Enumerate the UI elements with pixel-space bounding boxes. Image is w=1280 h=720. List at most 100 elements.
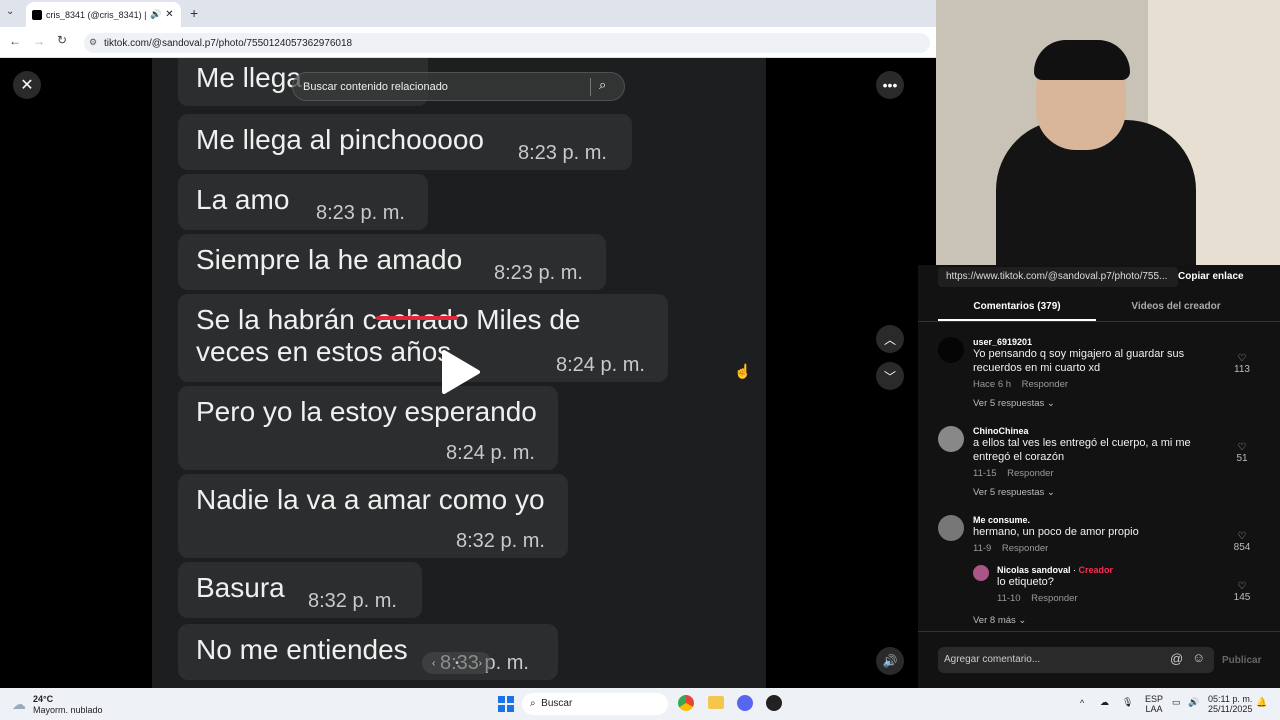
clock[interactable]: 05:11 p. m. 25/11/2025 [1208, 694, 1252, 714]
start-icon[interactable] [498, 696, 514, 712]
reload-icon[interactable]: ↻ [57, 33, 67, 47]
file-explorer-icon[interactable] [708, 696, 724, 709]
chat-time: 8:23 p. m. [494, 262, 583, 284]
tab-list-chevron-icon[interactable]: ⌄ [6, 6, 14, 17]
view-more-replies[interactable]: Ver 8 más ⌄ [973, 615, 1026, 626]
volume-icon[interactable]: 🔊 [1188, 697, 1199, 708]
weather-desc[interactable]: Mayorm. nublado [33, 705, 103, 715]
discord-icon[interactable] [737, 695, 753, 711]
tab-comments[interactable]: Comentarios (379) [938, 301, 1096, 321]
webcam-overlay [936, 0, 1280, 265]
reply-button[interactable]: Responder [1007, 468, 1053, 479]
chat-time: 8:24 p. m. [446, 442, 535, 464]
comment-input[interactable]: Agregar comentario... @ ☺ [938, 647, 1214, 673]
browser-tab[interactable]: cris_8341 (@cris_8341) | Tik 🔊 ✕ [26, 2, 181, 27]
like-count: 145 [1233, 592, 1251, 603]
comment-username[interactable]: Me consume. [973, 515, 1139, 525]
prev-image-icon[interactable]: ‹ [432, 658, 435, 669]
comment-text: a ellos tal ves les entregó el cuerpo, a… [973, 437, 1191, 449]
language-indicator[interactable]: ESP LAA [1145, 694, 1163, 714]
heart-icon: ♡ [1237, 581, 1247, 592]
previous-post-button[interactable]: ︿ [876, 325, 904, 353]
publish-button[interactable]: Publicar [1222, 655, 1261, 666]
chat-time: 8:32 p. m. [308, 590, 397, 612]
next-image-icon[interactable]: › [479, 658, 482, 669]
avatar[interactable] [938, 426, 964, 452]
play-icon[interactable] [440, 350, 480, 394]
notification-icon[interactable]: 🔔 [1256, 697, 1267, 708]
close-tab-icon[interactable]: ✕ [165, 9, 173, 20]
chevron-down-icon: ﹀ [883, 369, 896, 384]
url-field[interactable]: ⚙ tiktok.com/@sandoval.p7/photo/75501240… [84, 33, 930, 53]
chat-text: veces en estos años [196, 336, 452, 367]
search-icon[interactable]: ⌕ [599, 77, 606, 93]
comment-text: Yo pensando q soy migajero al guardar su… [973, 348, 1185, 360]
chat-text: Nadie la va a amar como yo [196, 484, 545, 515]
display-icon[interactable]: ▭ [1172, 697, 1181, 708]
weather-icon[interactable]: ☁ [12, 696, 26, 713]
chat-time: 8:23 p. m. [518, 142, 607, 164]
chat-text: Se la habrán cachado Miles de [196, 304, 581, 335]
weather-temp[interactable]: 24°C [33, 694, 53, 704]
comment-username[interactable]: user_6919201 [973, 337, 1184, 347]
tab-creator-videos[interactable]: Videos del creador [1096, 301, 1256, 321]
reply-button[interactable]: Responder [1002, 543, 1048, 554]
chat-screenshot-photo[interactable]: Me llega Me llega al pinchooooo 8:23 p. … [152, 58, 766, 688]
avatar[interactable] [938, 337, 964, 363]
more-icon: ••• [882, 77, 898, 93]
tray-chevron-icon[interactable]: ^ [1080, 698, 1084, 708]
taskbar: ☁ 24°C Mayorm. nublado ⌕ Buscar ^ ☁ 🎙 ES… [0, 688, 1280, 720]
volume-button[interactable]: 🔊 [876, 647, 904, 675]
new-tab-button[interactable]: + [190, 5, 198, 21]
divider [918, 631, 1280, 632]
chat-text: Me llega al pinchooooo [196, 124, 484, 155]
like-button[interactable]: ♡ 854 [1232, 531, 1252, 553]
site-info-icon[interactable]: ⚙ [89, 37, 97, 48]
comment-text: hermano, un poco de amor propio [973, 526, 1139, 538]
next-post-button[interactable]: ﹀ [876, 362, 904, 390]
copy-link-button[interactable]: Copiar enlace [1178, 271, 1244, 282]
reply-text: lo etiqueto? [997, 576, 1054, 588]
onedrive-icon[interactable]: ☁ [1100, 697, 1109, 708]
like-button[interactable]: ♡ 51 [1232, 442, 1252, 464]
reply-item: Nicolas sandoval · Creador lo etiqueto? … [997, 565, 1114, 604]
view-more-label: Ver 8 más [973, 615, 1016, 626]
clock-date: 25/11/2025 [1208, 704, 1253, 714]
reply-button[interactable]: Responder [1022, 379, 1068, 390]
share-url-field[interactable]: https://www.tiktok.com/@sandoval.p7/phot… [938, 267, 1178, 287]
related-search-input[interactable]: Buscar contenido relacionado ⌕ [292, 72, 625, 101]
microphone-icon[interactable]: 🎙 [1122, 697, 1133, 708]
app-icon[interactable] [766, 695, 782, 711]
comment-username[interactable]: ChinoChinea [973, 426, 1191, 436]
close-viewer-button[interactable]: ✕ [13, 71, 41, 99]
taskbar-search[interactable]: ⌕ Buscar [522, 693, 668, 715]
chat-bubble: Siempre la he amado 8:23 p. m. [178, 234, 606, 290]
reply-button[interactable]: Responder [1031, 593, 1077, 604]
view-replies-button[interactable]: Ver 5 respuestas [973, 398, 1044, 409]
mention-icon[interactable]: @ [1170, 651, 1183, 666]
chat-text: Pero yo la estoy esperando [196, 396, 537, 427]
chrome-icon[interactable] [678, 695, 694, 711]
chat-bubble: Basura 8:32 p. m. [178, 562, 422, 618]
heart-icon: ♡ [1237, 531, 1247, 542]
chat-bubble: Se la habrán cachado Miles de veces en e… [178, 294, 668, 382]
avatar[interactable] [973, 565, 989, 581]
more-options-button[interactable]: ••• [876, 71, 904, 99]
view-replies-button[interactable]: Ver 5 respuestas [973, 487, 1044, 498]
like-button[interactable]: ♡ 145 [1232, 581, 1252, 603]
forward-icon[interactable]: → [33, 34, 45, 48]
like-button[interactable]: ♡ 113 [1232, 353, 1252, 375]
comment-item: Me consume. hermano, un poco de amor pro… [973, 515, 1139, 554]
chat-text: Basura [196, 572, 285, 603]
carousel-indicator[interactable]: ‹ • › [422, 652, 492, 674]
reply-username[interactable]: Nicolas sandoval [997, 565, 1071, 575]
scribble-mark [376, 316, 458, 320]
avatar[interactable] [938, 515, 964, 541]
emoji-icon[interactable]: ☺ [1192, 650, 1205, 665]
chat-time: 8:23 p. m. [316, 202, 405, 224]
chat-text: Siempre la he amado [196, 244, 463, 275]
comment-time: Hace 6 h [973, 379, 1012, 390]
speaker-icon[interactable]: 🔊 [150, 9, 161, 20]
tab-title: cris_8341 (@cris_8341) | Tik [46, 9, 146, 20]
back-icon[interactable]: ← [9, 34, 21, 48]
